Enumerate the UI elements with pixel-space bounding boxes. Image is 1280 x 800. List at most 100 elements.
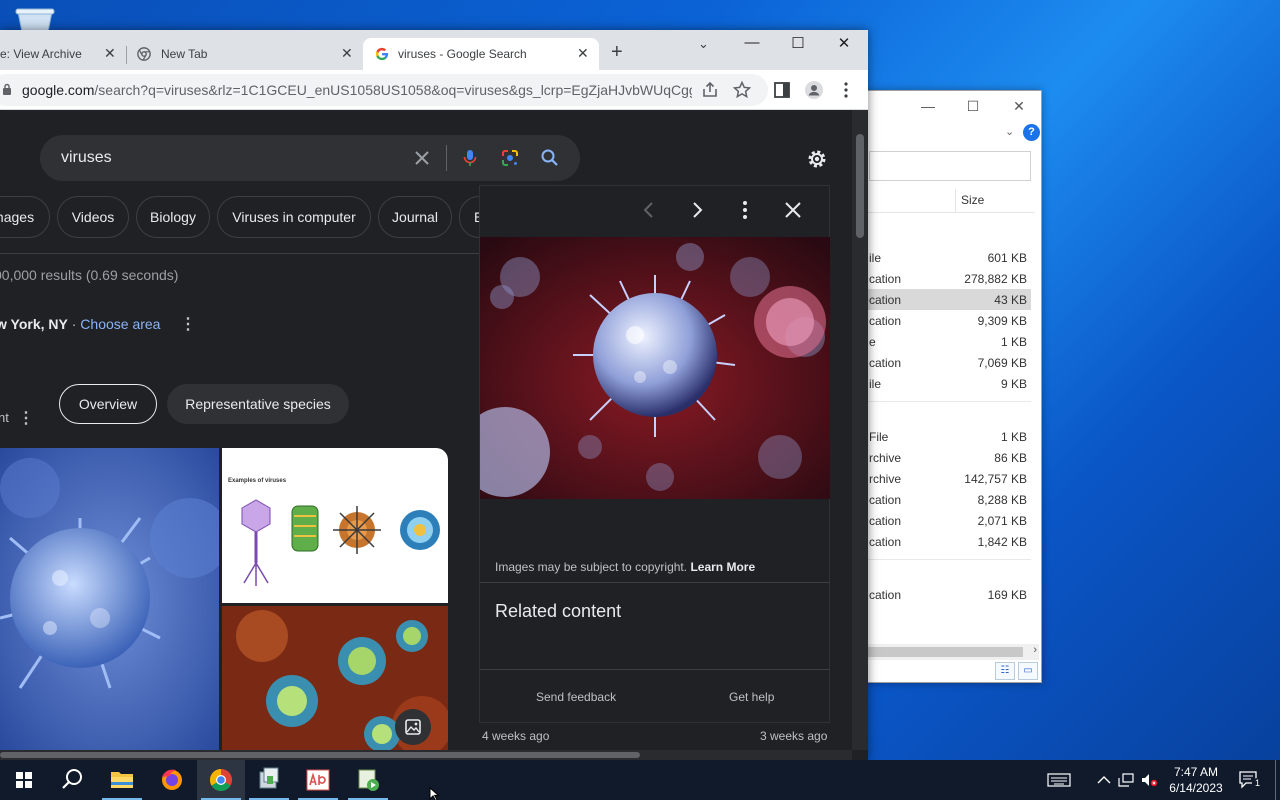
explorer-search-input[interactable] — [869, 151, 1031, 181]
chevron-down-icon[interactable]: ⌄ — [1005, 125, 1014, 138]
file-size: 43 KB — [994, 293, 1027, 307]
scroll-right-icon[interactable]: › — [1033, 644, 1037, 656]
chip-viruses-in-computer[interactable]: Viruses in computer — [217, 196, 371, 238]
image-search-icon[interactable] — [395, 709, 431, 745]
file-row[interactable]: cation 278,882 KB — [867, 268, 1031, 289]
recycle-bin-icon[interactable] — [14, 6, 56, 32]
file-size: 1,842 KB — [977, 535, 1027, 549]
details-view-icon[interactable]: ☷ — [995, 662, 1015, 680]
scroll-thumb[interactable] — [867, 647, 1023, 657]
file-row[interactable]: e 1 KB — [867, 331, 1031, 352]
virus-image-blue[interactable] — [0, 448, 219, 750]
firefox-taskbar-button[interactable] — [148, 760, 196, 800]
action-center-button[interactable]: 1 — [1238, 770, 1263, 790]
side-panel-icon[interactable] — [772, 80, 792, 100]
virus-examples-image[interactable]: Examples of viruses — [222, 448, 448, 603]
file-row[interactable]: cation 169 KB — [867, 584, 1031, 605]
search-input[interactable]: viruses — [61, 149, 112, 167]
file-size: 278,882 KB — [964, 272, 1027, 286]
search-box[interactable]: viruses — [40, 135, 580, 181]
url-text[interactable]: google.com/search?q=viruses&rlz=1C1GCEU_… — [22, 82, 692, 98]
help-icon[interactable]: ? — [1023, 124, 1040, 141]
keyboard-icon[interactable] — [1047, 772, 1071, 788]
learn-more-link[interactable]: Learn More — [690, 560, 755, 574]
new-tab-button[interactable]: + — [611, 42, 623, 62]
close-icon[interactable]: ✕ — [577, 45, 589, 62]
file-size: 7,069 KB — [977, 356, 1027, 370]
file-row[interactable]: cation 1,842 KB — [867, 531, 1031, 552]
file-row[interactable]: File 1 KB — [867, 426, 1031, 447]
file-row[interactable]: rchive 86 KB — [867, 447, 1031, 468]
scroll-thumb[interactable] — [0, 752, 640, 758]
more-options-icon[interactable]: ⋮ — [180, 314, 196, 334]
share-icon[interactable] — [700, 80, 720, 100]
file-row[interactable]: cation 43 KB — [867, 289, 1031, 310]
size-column-header[interactable]: Size — [961, 193, 984, 207]
tab-google-search[interactable]: viruses - Google Search ✕ — [363, 38, 599, 70]
previous-icon[interactable] — [637, 198, 661, 222]
get-help-link[interactable]: Get help — [729, 690, 774, 704]
maximize-button[interactable]: ☐ — [778, 34, 818, 52]
lens-icon[interactable] — [500, 148, 520, 168]
file-row[interactable]: cation 8,288 KB — [867, 489, 1031, 510]
close-button[interactable]: ✕ — [824, 34, 864, 52]
file-row[interactable]: ile 9 KB — [867, 373, 1031, 394]
choose-area-link[interactable]: Choose area — [80, 316, 160, 332]
text-app-taskbar-button[interactable] — [294, 760, 342, 800]
show-desktop-button[interactable] — [1275, 760, 1276, 800]
settings-gear-icon[interactable] — [806, 148, 828, 170]
minimize-button[interactable]: — — [913, 97, 943, 115]
chip-biology[interactable]: Biology — [136, 196, 210, 238]
file-row[interactable]: ile 601 KB — [867, 247, 1031, 268]
search-button[interactable] — [48, 760, 96, 800]
archive-app-taskbar-button[interactable] — [245, 760, 293, 800]
file-row[interactable]: cation 9,309 KB — [867, 310, 1031, 331]
file-row[interactable]: cation 7,069 KB — [867, 352, 1031, 373]
more-options-icon[interactable]: ⋮ — [18, 408, 34, 428]
tab-search-icon[interactable]: ⌄ — [698, 36, 709, 52]
maximize-button[interactable]: ☐ — [958, 97, 988, 115]
more-options-icon[interactable] — [733, 198, 757, 222]
next-icon[interactable] — [685, 198, 709, 222]
tab-view-archive[interactable]: e: View Archive ✕ — [0, 38, 125, 70]
minimize-button[interactable]: — — [732, 34, 772, 51]
vertical-scrollbar[interactable] — [852, 110, 868, 750]
close-icon[interactable]: ✕ — [341, 45, 353, 62]
start-button[interactable] — [0, 760, 48, 800]
column-header[interactable]: Size — [867, 189, 1035, 213]
network-icon[interactable] — [1117, 772, 1135, 788]
chrome-taskbar-button[interactable] — [197, 760, 245, 800]
close-icon[interactable] — [781, 198, 805, 222]
clear-icon[interactable] — [412, 148, 432, 168]
horizontal-scrollbar[interactable]: › — [867, 644, 1039, 660]
large-icons-view-icon[interactable]: ▭ — [1018, 662, 1038, 680]
horizontal-scrollbar[interactable] — [0, 750, 852, 760]
search-icon[interactable] — [540, 148, 560, 168]
address-bar[interactable]: google.com/search?q=viruses&rlz=1C1GCEU_… — [0, 74, 768, 106]
chip-images[interactable]: nages — [0, 196, 50, 238]
microphone-icon[interactable] — [460, 148, 480, 168]
show-hidden-icons-icon[interactable] — [1095, 772, 1113, 788]
chip-videos[interactable]: Videos — [57, 196, 129, 238]
media-app-taskbar-button[interactable] — [344, 760, 392, 800]
toolbar: google.com/search?q=viruses&rlz=1C1GCEU_… — [0, 70, 868, 110]
close-button[interactable]: ✕ — [1004, 97, 1034, 115]
lock-icon[interactable] — [2, 83, 12, 95]
overview-tab[interactable]: Overview — [59, 384, 157, 424]
preview-image[interactable] — [480, 237, 830, 499]
file-row[interactable]: rchive 142,757 KB — [867, 468, 1031, 489]
file-explorer-taskbar-button[interactable] — [98, 760, 146, 800]
notification-count-badge: 1 — [1252, 778, 1263, 789]
profile-avatar-icon[interactable] — [804, 80, 824, 100]
file-row[interactable]: cation 2,071 KB — [867, 510, 1031, 531]
bookmark-star-icon[interactable] — [732, 80, 752, 100]
scroll-thumb[interactable] — [856, 134, 864, 238]
tab-new-tab[interactable]: New Tab ✕ — [127, 38, 363, 70]
volume-muted-icon[interactable] — [1140, 772, 1158, 788]
close-icon[interactable]: ✕ — [104, 45, 116, 62]
system-clock[interactable]: 7:47 AM 6/14/2023 — [1162, 764, 1230, 796]
send-feedback-link[interactable]: Send feedback — [536, 690, 616, 704]
chip-journal[interactable]: Journal — [378, 196, 452, 238]
representative-species-tab[interactable]: Representative species — [167, 384, 349, 424]
more-menu-icon[interactable] — [836, 80, 856, 100]
